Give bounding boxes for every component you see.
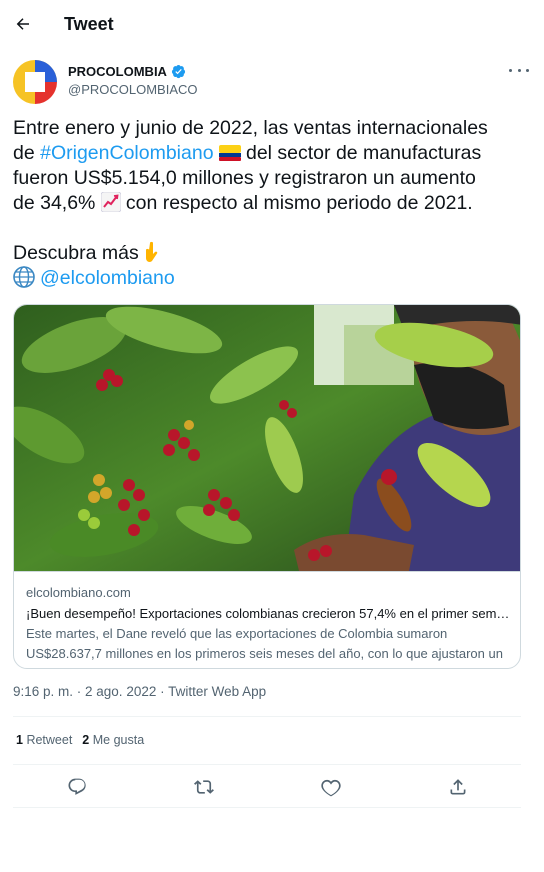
- tweet-line: de 34,6% con respecto al mismo periodo d…: [13, 191, 473, 214]
- hashtag-link[interactable]: #OrigenColombiano: [40, 142, 213, 164]
- likes-stat[interactable]: 2 Me gusta: [82, 733, 144, 747]
- divider: [13, 716, 521, 717]
- divider: [13, 807, 521, 808]
- engagement-stats: 1 Retweet 2 Me gusta: [16, 733, 144, 747]
- colombia-flag-emoji: [218, 143, 246, 163]
- like-button[interactable]: [318, 774, 344, 800]
- tweet-timestamp[interactable]: 9:16 p. m. · 2 ago. 2022 · Twitter Web A…: [13, 684, 266, 699]
- author-handle[interactable]: @PROCOLOMBIACO: [68, 82, 198, 97]
- coffee-harvest-image[interactable]: [14, 305, 520, 571]
- back-button[interactable]: [10, 9, 36, 39]
- more-button[interactable]: [509, 62, 529, 78]
- tweet-text: Entre enero y junio de 2022, las ventas …: [13, 116, 533, 291]
- pointing-down-emoji: [144, 241, 162, 263]
- share-icon: [450, 779, 466, 795]
- author-name[interactable]: PROCOLOMBIA: [68, 64, 186, 79]
- tweet-line: Descubra más: [13, 241, 533, 266]
- tweet-author: PROCOLOMBIA @PROCOLOMBIACO: [13, 58, 533, 106]
- verified-badge-icon: [171, 64, 186, 79]
- divider: [13, 764, 521, 765]
- globe-emoji: [13, 266, 40, 288]
- tweet-line: de #OrigenColombiano del sector de manuf…: [13, 142, 482, 164]
- share-button[interactable]: [445, 774, 471, 800]
- chart-increasing-emoji: [100, 191, 126, 213]
- action-bar: [13, 772, 521, 802]
- mention-link[interactable]: @elcolombiano: [40, 267, 175, 289]
- author-name-text: PROCOLOMBIA: [68, 64, 167, 79]
- like-icon: [321, 779, 341, 797]
- page-title: Tweet: [64, 14, 114, 34]
- tweet-line: fueron US$5.154,0 millones y registraron…: [13, 167, 476, 189]
- card-domain: elcolombiano.com: [26, 585, 131, 600]
- reply-icon: [68, 778, 86, 795]
- retweet-button[interactable]: [191, 774, 217, 800]
- card-meta[interactable]: elcolombiano.com ¡Buen desempeño! Export…: [14, 571, 520, 668]
- card-description: Este martes, el Dane reveló que las expo…: [26, 626, 503, 661]
- link-preview-card[interactable]: elcolombiano.com ¡Buen desempeño! Export…: [13, 304, 521, 669]
- reply-button[interactable]: [64, 774, 90, 800]
- more-icon: [509, 68, 512, 72]
- back-arrow-icon: [16, 18, 29, 30]
- card-title: ¡Buen desempeño! Exportaciones colombian…: [26, 606, 510, 621]
- tweet-line: Entre enero y junio de 2022, las ventas …: [13, 117, 488, 139]
- retweet-icon: [194, 780, 214, 794]
- retweets-stat[interactable]: 1 Retweet: [16, 733, 72, 747]
- tweet-line: @elcolombiano: [13, 266, 533, 291]
- top-bar: Tweet: [0, 0, 544, 50]
- avatar[interactable]: [13, 60, 57, 104]
